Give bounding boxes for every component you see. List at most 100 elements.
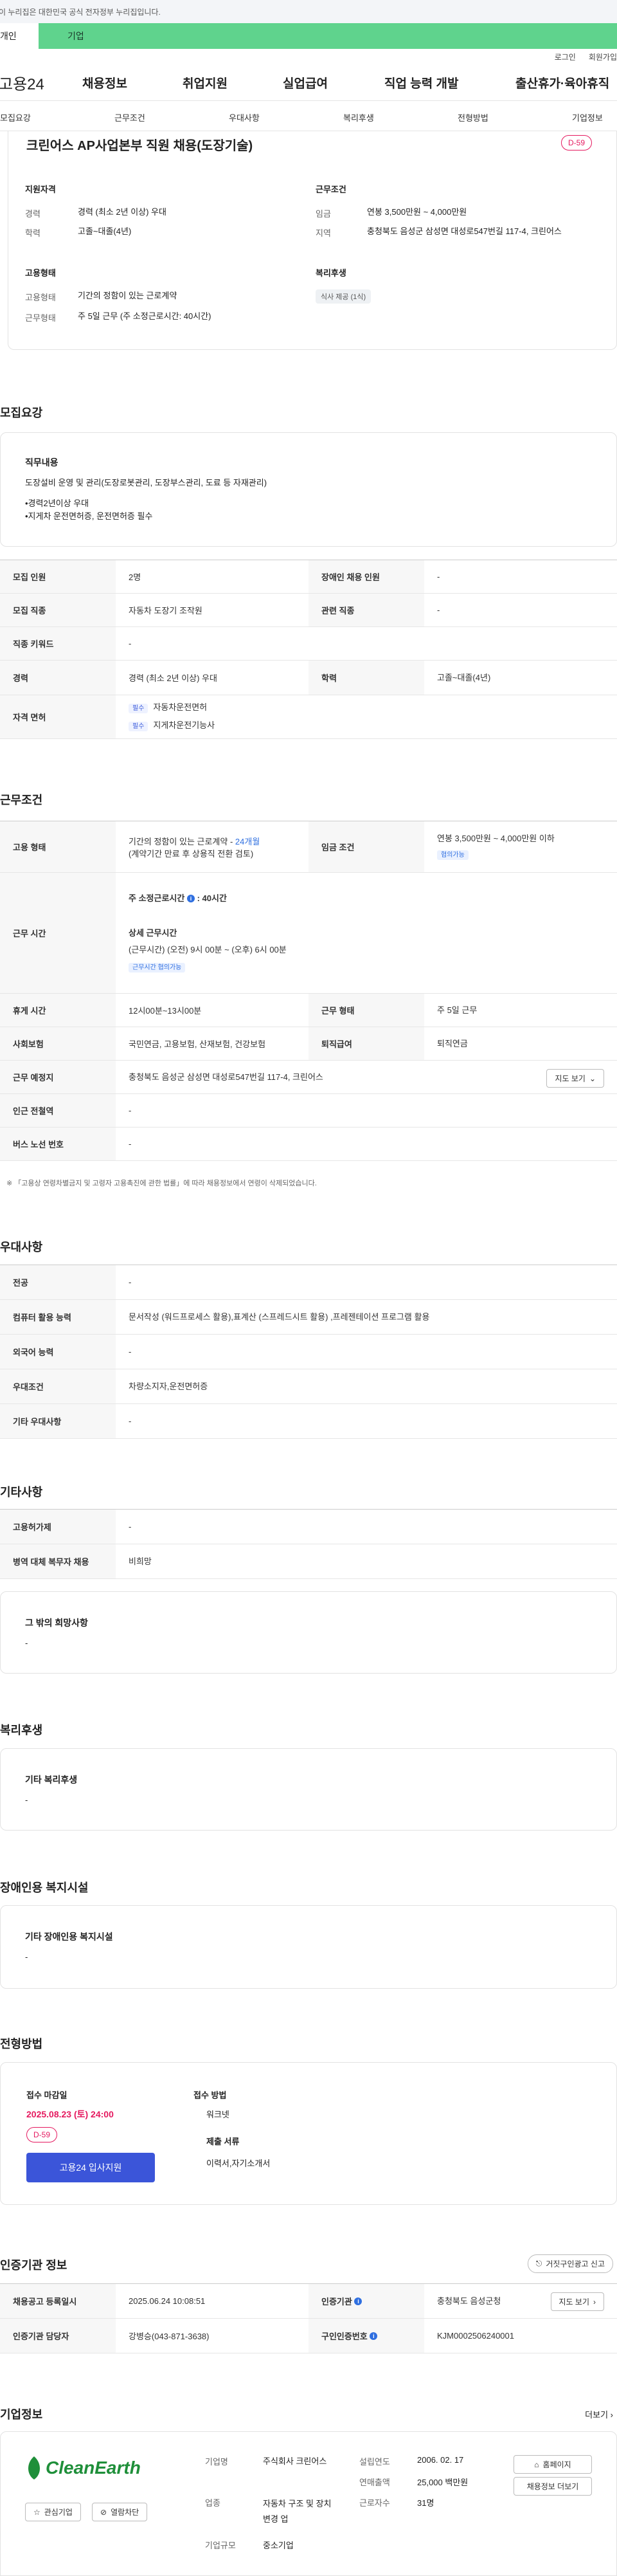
nav-recruit[interactable]: 채용정보 xyxy=(82,74,127,91)
license-name: 지게차운전기능사 xyxy=(153,720,215,730)
td: 2025.06.24 10:08:51 xyxy=(129,2296,206,2306)
th: 학력 xyxy=(308,661,424,695)
td: 경력 (최소 2년 이상) 우대 xyxy=(129,673,217,683)
dday-badge: D-59 xyxy=(560,135,592,151)
company-logo: CleanEarth xyxy=(25,2455,141,2481)
subnav-company[interactable]: 기업정보 xyxy=(572,111,603,123)
table-row: 사회보험 국민연금, 고용보험, 산재보험, 건강보험 퇴직급여 퇴직연금 xyxy=(0,1027,617,1061)
td: - xyxy=(129,1521,132,1531)
subnav-welfare[interactable]: 복리후생 xyxy=(343,111,374,123)
apply-button[interactable]: 고용24 입사지원 xyxy=(26,2153,155,2182)
block-icon: ⊘ xyxy=(100,2507,107,2517)
subnav-process[interactable]: 전형방법 xyxy=(458,111,488,123)
tab-personal[interactable]: 개인 xyxy=(0,23,39,49)
util-bar: 로그인 회원가입 xyxy=(0,49,617,64)
cond-value: 충청북도 음성군 삼성면 대성로547번길 117-4, 크린어스 xyxy=(367,226,562,236)
emp-type-text: 기간의 정함이 있는 근로계약 - xyxy=(129,836,233,846)
subnav-work[interactable]: 근무조건 xyxy=(114,111,145,123)
th: 관련 직종 xyxy=(308,594,424,626)
map-button-label: 지도 보기 xyxy=(559,2297,590,2307)
th: 자격 면허 xyxy=(0,695,116,738)
hours-negotiable-badge: 근무시간 협의가능 xyxy=(129,962,186,973)
job-title: 크린어스 AP사업본부 직원 채용(도장기술) xyxy=(26,139,253,153)
nav-parental-leave[interactable]: 출산휴가·육아휴직 xyxy=(515,74,609,91)
table-row: 휴게 시간 12시00분~13시00분 근무 형태 주 5일 근무 xyxy=(0,994,617,1027)
welfare-heading: 복리후생 xyxy=(316,268,346,278)
subnav-pref[interactable]: 우대사항 xyxy=(229,111,260,123)
favorite-company-button[interactable]: ☆ 관심기업 xyxy=(25,2503,81,2521)
info-value: 31명 xyxy=(417,2498,434,2508)
subnav-recruit[interactable]: 모집요강 xyxy=(0,111,31,123)
th: 채용공고 등록일시 xyxy=(0,2284,116,2318)
emp-value: 주 5일 근무 (주 소정근로시간: 40시간) xyxy=(78,311,211,321)
cert-section-title: 인증기관 정보 xyxy=(0,2259,67,2272)
company-jobs-button[interactable]: 채용정보 더보기 xyxy=(514,2477,592,2496)
work-section-title: 근무조건 xyxy=(0,794,43,807)
star-icon: ☆ xyxy=(33,2507,40,2517)
nav-unemployment[interactable]: 실업급여 xyxy=(283,74,328,91)
td: - xyxy=(437,571,440,581)
td: KJM0002506240001 xyxy=(437,2330,514,2341)
docs-value: 이력서,자기소개서 xyxy=(206,2159,271,2168)
hours-value: : 40시간 xyxy=(197,893,227,903)
table-row: 전공 - xyxy=(0,1265,617,1300)
info-label: 설립연도 xyxy=(359,2457,390,2467)
th: 고용허가제 xyxy=(0,1510,116,1544)
th: 컴퓨터 활용 능력 xyxy=(0,1300,116,1334)
td: - xyxy=(129,1277,132,1287)
nav-employment-support[interactable]: 취업지원 xyxy=(183,74,228,91)
wish-card: 그 밖의 희망사항 - xyxy=(0,1591,617,1674)
table-row: 우대조건 차량소지자,운전면허증 xyxy=(0,1369,617,1404)
report-button[interactable]: ⎋ 거짓구인광고 신고 xyxy=(527,2254,613,2273)
td: 국민연금, 고용보험, 산재보험, 건강보험 xyxy=(129,1039,266,1049)
recruit-table: 모집 인원 2명 장애인 채용 인원 - 모집 직종 자동차 도장기 조작원 관… xyxy=(0,560,617,739)
login-link[interactable]: 로그인 xyxy=(555,51,576,62)
td: 2명 xyxy=(129,572,141,582)
home-label: 홈페이지 xyxy=(542,2460,571,2469)
signup-link[interactable]: 회원가입 xyxy=(589,51,617,62)
welfare-badge: 식사 제공 (1식) xyxy=(316,289,371,304)
hours-detail-text: (근무시간) (오전) 9시 00분 ~ (오후) 6시 00분 xyxy=(129,944,287,955)
td: 고졸~대졸(4년) xyxy=(437,672,491,682)
table-row: 경력 경력 (최소 2년 이상) 우대 학력 고졸~대졸(4년) xyxy=(0,661,617,695)
homepage-button[interactable]: ⌂ 홈페이지 xyxy=(514,2455,592,2474)
info-icon[interactable]: i xyxy=(370,2332,378,2340)
table-row: 자격 면허 필수 자동차운전면허 필수 지게차운전기능사 xyxy=(0,695,617,739)
table-row: 채용공고 등록일시 2025.06.24 10:08:51 인증기관 i 충청북… xyxy=(0,2284,617,2319)
block-company-button[interactable]: ⊘ 열람차단 xyxy=(92,2503,148,2521)
logo-text: CleanEarth xyxy=(46,2458,141,2478)
table-row: 기타 우대사항 - xyxy=(0,1404,617,1439)
duty-line: •지게차 운전면허증, 운전면허증 필수 xyxy=(25,511,153,521)
company-more-link[interactable]: 더보기 › xyxy=(585,2408,613,2420)
th: 근무 시간 xyxy=(0,873,116,993)
license-tag: 필수 xyxy=(129,703,148,713)
map-button[interactable]: 지도 보기 ⌄ xyxy=(546,1069,604,1088)
tab-company[interactable]: 기업 xyxy=(39,23,84,49)
disabled-card: 기타 장애인용 복지시설 - xyxy=(0,1905,617,1989)
info-icon[interactable]: i xyxy=(354,2297,362,2305)
nav-training[interactable]: 직업 능력 개발 xyxy=(384,74,458,91)
td: 12시00분~13시00분 xyxy=(129,1006,202,1016)
disabled-section-title: 장애인용 복지시설 xyxy=(0,1881,89,1894)
th: 전공 xyxy=(0,1265,116,1299)
emp-value: 기간의 정함이 있는 근로계약 xyxy=(78,291,177,300)
gov-banner-text: 이 누리집은 대한민국 공식 전자정부 누리집입니다. xyxy=(0,7,161,17)
cond-label: 지역 xyxy=(316,228,331,238)
site-logo[interactable]: 고용24 xyxy=(0,71,44,94)
th: 휴게 시간 xyxy=(0,994,116,1027)
etc-section-title: 기타사항 xyxy=(0,1486,43,1499)
table-row: 모집 인원 2명 장애인 채용 인원 - xyxy=(0,560,617,594)
table-row: 고용 형태 기간의 정함이 있는 근로계약 - 24개월 (계약기간 만료 후 … xyxy=(0,821,617,873)
cert-map-button[interactable]: 지도 보기 › xyxy=(550,2292,604,2311)
td: 주 5일 근무 xyxy=(437,1005,478,1015)
info-icon[interactable]: i xyxy=(186,895,195,903)
disabled-card-heading: 기타 장애인용 복지시설 xyxy=(25,1932,113,1942)
table-row: 근무 시간 주 소정근로시간 i : 40시간 상세 근무시간 (근무시간) (… xyxy=(0,873,617,994)
welfare-card-heading: 기타 복리후생 xyxy=(25,1775,78,1785)
deadline-heading: 접수 마감일 xyxy=(26,2090,67,2100)
cond-heading: 근무조건 xyxy=(316,185,346,194)
block-label: 열람차단 xyxy=(111,2508,139,2517)
duty-text: 도장설비 운영 및 관리(도장로봇관리, 도장부스관리, 도료 등 자재관리) … xyxy=(25,477,267,523)
gov-banner: 이 누리집은 대한민국 공식 전자정부 누리집입니다. xyxy=(0,0,617,23)
docs-heading: 제출 서류 xyxy=(206,2137,240,2146)
